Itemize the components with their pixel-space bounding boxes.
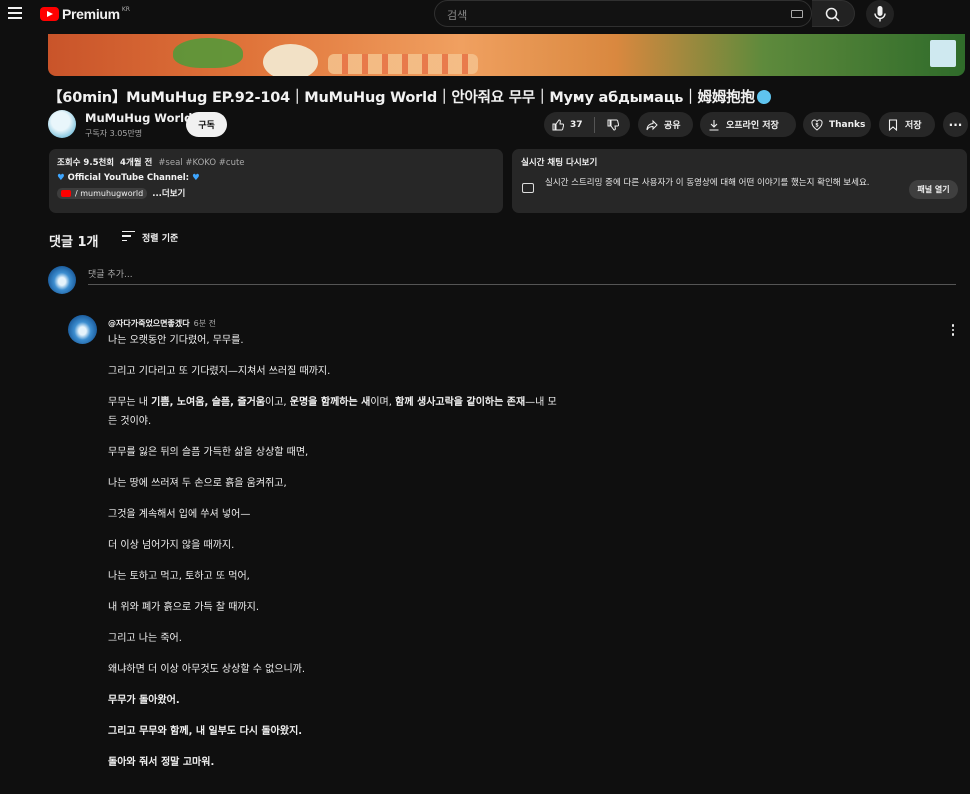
comment-fragment-bold: 기쁨, 노여움, 슬픔, 즐거움: [151, 397, 266, 408]
save-button[interactable]: 저장: [879, 112, 935, 137]
video-title: 【60min】MuMuHug EP.92-104｜MuMuHug World｜안…: [48, 86, 771, 107]
video-frame-decor: [328, 54, 478, 74]
like-dislike-group: 37: [544, 112, 630, 137]
description-line: ♥ Official YouTube Channel: ♥: [57, 173, 495, 183]
sort-label: 정렬 기준: [142, 234, 179, 244]
comment-menu-icon[interactable]: [950, 324, 956, 338]
like-button[interactable]: 37: [544, 112, 594, 137]
search-input[interactable]: [445, 5, 779, 25]
comment-line: 나는 땅에 쓰러져 두 손으로 흙을 움켜쥐고,: [108, 478, 287, 489]
live-chat-description: 실시간 스트리밍 중에 다른 사용자가 이 동영상에 대해 어떤 이야기를 했는…: [545, 178, 870, 188]
channel-name[interactable]: MuMuHug World: [85, 111, 192, 125]
bookmark-icon: [888, 118, 898, 131]
show-more-link[interactable]: ...더보기: [152, 187, 185, 199]
video-title-text: 【60min】MuMuHug EP.92-104｜MuMuHug World｜안…: [48, 90, 755, 106]
description-link-row: / mumuhugworld ...더보기: [57, 187, 495, 199]
comment-author[interactable]: @자다가죽었으면좋겠다: [108, 319, 190, 328]
comments-count: 댓글 1개: [49, 235, 99, 250]
menu-icon[interactable]: [8, 7, 22, 19]
comment-line: 왜냐하면 더 이상 아무것도 상상할 수 없으니까.: [108, 664, 306, 675]
thanks-label: Thanks: [829, 119, 866, 130]
voice-search-button[interactable]: [866, 0, 894, 28]
channel-link-chip[interactable]: / mumuhugworld: [57, 187, 148, 199]
description-box[interactable]: 조회수 9.5천회 4개월 전 #seal #KOKO #cute ♥ Offi…: [49, 149, 503, 213]
offline-save-label: 오프라인 저장: [726, 121, 779, 131]
share-label: 공유: [664, 121, 681, 131]
sort-icon: [122, 231, 135, 244]
chat-icon: [522, 183, 534, 193]
mic-icon: [874, 6, 886, 22]
thumbs-down-icon: [607, 119, 619, 131]
comment-line-bold: 돌아와 줘서 정말 고마워.: [108, 757, 215, 768]
comment-line-bold: 그리고 무무와 함께, 내 일부도 다시 돌아왔지.: [108, 726, 303, 737]
add-comment-input[interactable]: [88, 266, 956, 285]
comment-fragment: 이며,: [370, 397, 396, 408]
view-count: 조회수 9.5천회: [57, 158, 115, 168]
comment-fragment: 이고,: [265, 397, 290, 408]
video-frame-plant: [173, 38, 243, 68]
comment-line: 내 위와 폐가 흙으로 가득 찰 때까지.: [108, 602, 260, 613]
comment-line: 든 것이야.: [108, 416, 152, 427]
comment-line: 그리고 나는 죽어.: [108, 633, 182, 644]
comment-fragment: —내 모: [525, 397, 557, 408]
video-frame-seal: [263, 44, 318, 76]
share-icon: [646, 119, 658, 130]
comment-fragment-bold: 운명을 함께하는 새: [289, 397, 371, 408]
live-chat-title: 실시간 채팅 다시보기: [521, 158, 598, 168]
description-text: Official YouTube Channel:: [67, 173, 190, 183]
commenter-avatar[interactable]: [68, 315, 97, 344]
comment-fragment-bold: 함께 생사고락을 같이하는 존재: [395, 397, 526, 408]
keyboard-icon[interactable]: [791, 10, 803, 18]
thumbs-up-icon: [552, 118, 564, 130]
super-thanks-icon: $: [811, 118, 823, 131]
like-count: 37: [570, 119, 583, 130]
search-icon: [825, 7, 840, 22]
comment-line: 나는 토하고 먹고, 토하고 또 먹어,: [108, 571, 250, 582]
download-icon: [709, 119, 719, 131]
logo-text: Premium: [62, 6, 120, 22]
description-meta: 조회수 9.5천회 4개월 전 #seal #KOKO #cute: [57, 156, 495, 168]
comment-line-bold: 무무가 돌아왔어.: [108, 695, 180, 706]
comment-line: 그리고 기다리고 또 기다렸지—지쳐서 쓰러질 때까지.: [108, 366, 331, 377]
comment-header: @자다가죽었으면좋겠다 6분 전: [108, 318, 216, 329]
search-button[interactable]: [812, 0, 855, 27]
video-player[interactable]: [48, 34, 965, 76]
user-avatar[interactable]: [48, 266, 76, 294]
dislike-button[interactable]: [595, 112, 630, 137]
youtube-logo-icon: [40, 7, 59, 21]
save-label: 저장: [905, 121, 922, 131]
upload-date: 4개월 전: [120, 158, 153, 168]
comment-time[interactable]: 6분 전: [194, 319, 216, 328]
blue-heart-icon: ♥: [57, 173, 65, 183]
blue-heart-icon: ♥: [192, 173, 200, 183]
comment-line: 더 이상 넘어가지 않을 때까지.: [108, 540, 235, 551]
svg-text:$: $: [815, 122, 819, 128]
subscribe-button[interactable]: 구독: [186, 112, 227, 137]
hashtags[interactable]: #seal #KOKO #cute: [158, 158, 244, 168]
channel-link-label: / mumuhugworld: [75, 188, 144, 198]
top-bar: Premium KR: [0, 0, 970, 30]
open-panel-button[interactable]: 패널 열기: [909, 180, 958, 199]
channel-avatar[interactable]: [48, 110, 76, 138]
search-box: [434, 0, 812, 27]
youtube-mini-icon: [61, 189, 71, 197]
comment-line: 무무를 잃은 뒤의 슬픔 가득한 삶을 상상할 때면,: [108, 447, 309, 458]
offline-save-button[interactable]: 오프라인 저장: [700, 112, 796, 137]
comment-fragment: 무무는 내: [108, 397, 152, 408]
more-actions-button[interactable]: ···: [943, 112, 968, 137]
channel-watermark[interactable]: [930, 40, 956, 67]
comment-line: 나는 오랫동안 기다렸어, 무무를.: [108, 335, 244, 346]
sort-button[interactable]: 정렬 기준: [122, 231, 178, 244]
bubble-emoji-icon: [756, 90, 771, 104]
logo-region: KR: [121, 6, 130, 13]
thanks-button[interactable]: $ Thanks: [803, 112, 871, 137]
live-chat-replay-panel: 실시간 채팅 다시보기 실시간 스트리밍 중에 다른 사용자가 이 동영상에 대…: [512, 149, 967, 213]
comment-line: 그것을 계속해서 입에 쑤셔 넣어—: [108, 509, 251, 520]
subscriber-count: 구독자 3.05만명: [85, 129, 143, 138]
comment-line: 무무는 내 기쁨, 노여움, 슬픔, 즐거움이고, 운명을 함께하는 새이며, …: [108, 395, 557, 411]
share-button[interactable]: 공유: [638, 112, 693, 137]
youtube-premium-logo[interactable]: Premium KR: [40, 6, 130, 22]
